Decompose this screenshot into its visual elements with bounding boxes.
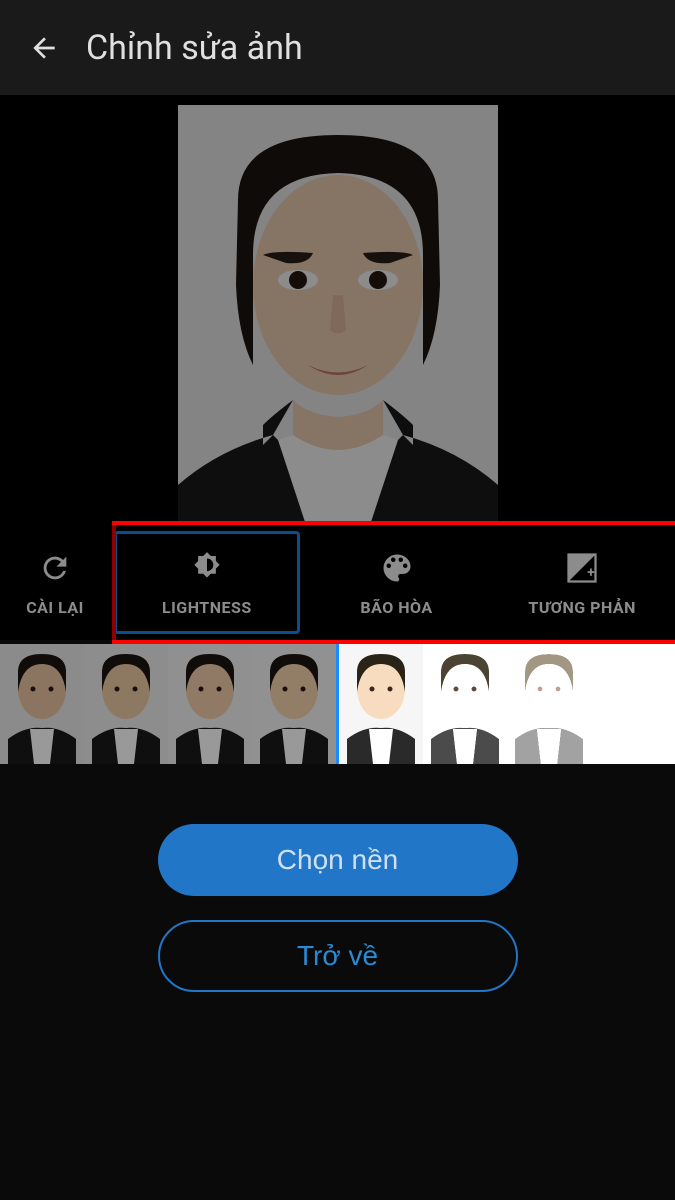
back-arrow-button[interactable] <box>20 24 68 72</box>
header: Chỉnh sửa ảnh <box>0 0 675 95</box>
saturation-label: BÃO HÒA <box>360 598 432 617</box>
portrait-image <box>178 105 498 525</box>
saturation-button[interactable]: BÃO HÒA <box>304 525 490 640</box>
reset-icon <box>38 551 72 585</box>
thumb-0[interactable] <box>0 644 84 764</box>
choose-background-button[interactable]: Chọn nền <box>158 824 518 896</box>
thumb-5[interactable] <box>423 644 507 764</box>
svg-text:+: + <box>587 565 594 581</box>
contrast-icon: + <box>564 550 600 586</box>
thumb-1[interactable] <box>84 644 168 764</box>
contrast-button[interactable]: + TƯƠNG PHẢN <box>489 525 675 640</box>
button-area: Chọn nền Trở về <box>0 764 675 992</box>
reset-button[interactable]: CÀI LẠI <box>0 525 110 640</box>
lightness-label: LIGHTNESS <box>162 598 252 617</box>
thumb-7[interactable] <box>591 644 675 764</box>
brightness-icon <box>188 549 226 587</box>
thumb-3[interactable] <box>252 644 339 764</box>
contrast-label: TƯƠNG PHẢN <box>528 598 636 617</box>
reset-label: CÀI LẠI <box>26 598 84 617</box>
thumb-6[interactable] <box>507 644 591 764</box>
photo-preview[interactable] <box>178 105 498 525</box>
lightness-button[interactable]: LIGHTNESS <box>114 531 300 634</box>
thumb-2[interactable] <box>168 644 252 764</box>
thumb-4[interactable] <box>339 644 423 764</box>
page-title: Chỉnh sửa ảnh <box>86 28 303 68</box>
photo-preview-area <box>0 95 675 525</box>
palette-icon <box>379 550 415 586</box>
go-back-button[interactable]: Trở về <box>158 920 518 992</box>
adjustment-toolbar: CÀI LẠI LIGHTNESS BÃO HÒA + TƯƠNG PHẢN <box>0 525 675 640</box>
lightness-thumbnail-strip <box>0 644 675 764</box>
arrow-left-icon <box>28 32 60 64</box>
